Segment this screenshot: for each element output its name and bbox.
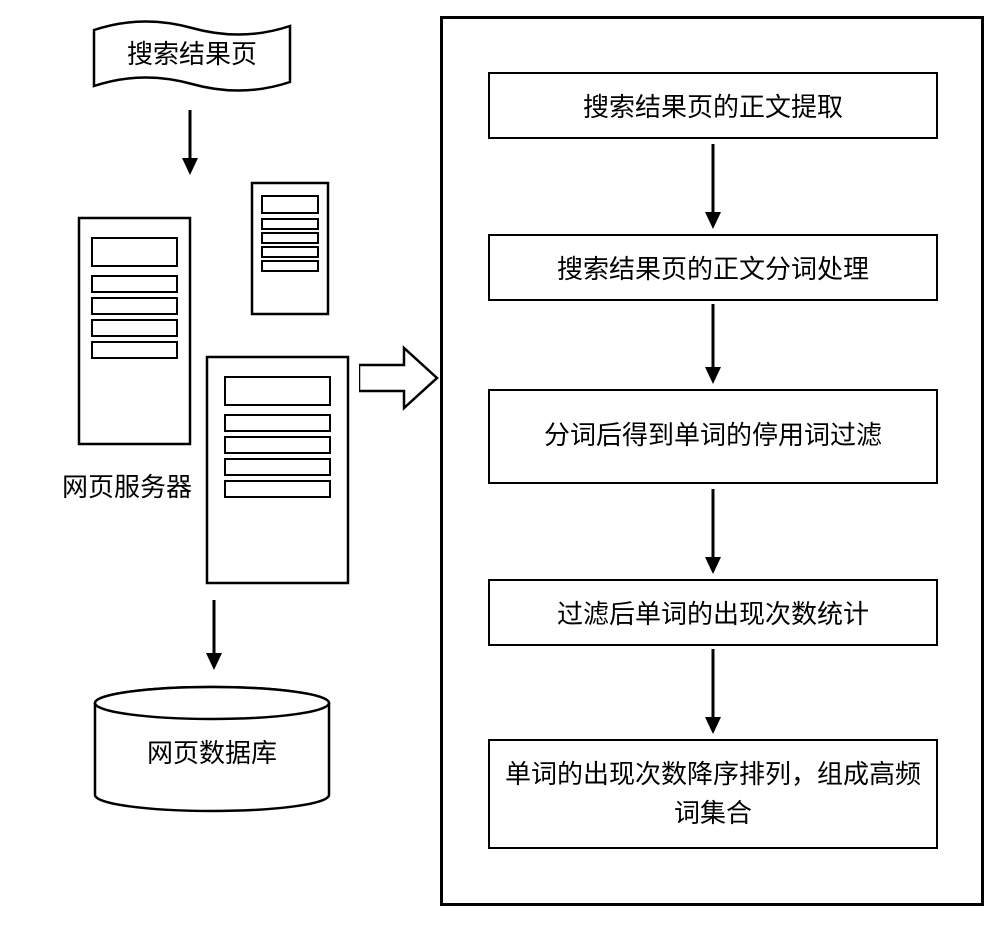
flowchart-container: 搜索结果页的正文提取 搜索结果页的正文分词处理 分词后得到单词的停用词过滤 [440,16,984,906]
flow-step-3: 分词后得到单词的停用词过滤 [488,389,938,484]
flow-step-4: 过滤后单词的出现次数统计 [488,579,938,646]
server-label: 网页服务器 [62,467,192,504]
big-arrow-right [359,343,439,413]
flow-step-4-label: 过滤后单词的出现次数统计 [557,594,869,631]
flow-step-5: 单词的出现次数降序排列，组成高频词集合 [488,739,938,849]
arrow-down-1 [180,110,200,175]
flow-arrow-3 [703,489,723,574]
flow-arrow-1 [703,144,723,229]
flow-step-1: 搜索结果页的正文提取 [488,72,938,139]
flow-step-5-label: 单词的出现次数降序排列，组成高频词集合 [505,755,921,833]
database-label: 网页数据库 [92,733,332,770]
flow-step-1-label: 搜索结果页的正文提取 [583,87,843,124]
flow-arrow-4 [703,649,723,734]
flow-step-2-label: 搜索结果页的正文分词处理 [557,249,869,286]
server-icon-large-2 [205,355,350,585]
flow-step-2: 搜索结果页的正文分词处理 [488,234,938,301]
search-page-label: 搜索结果页 [92,34,292,71]
diagram-container: 搜索结果页 [0,0,1000,933]
arrow-down-2 [204,600,224,670]
server-icon-large-1 [77,216,192,446]
flow-step-3-label: 分词后得到单词的停用词过滤 [544,418,882,454]
server-icon-small [250,181,330,316]
flow-arrow-2 [703,304,723,384]
